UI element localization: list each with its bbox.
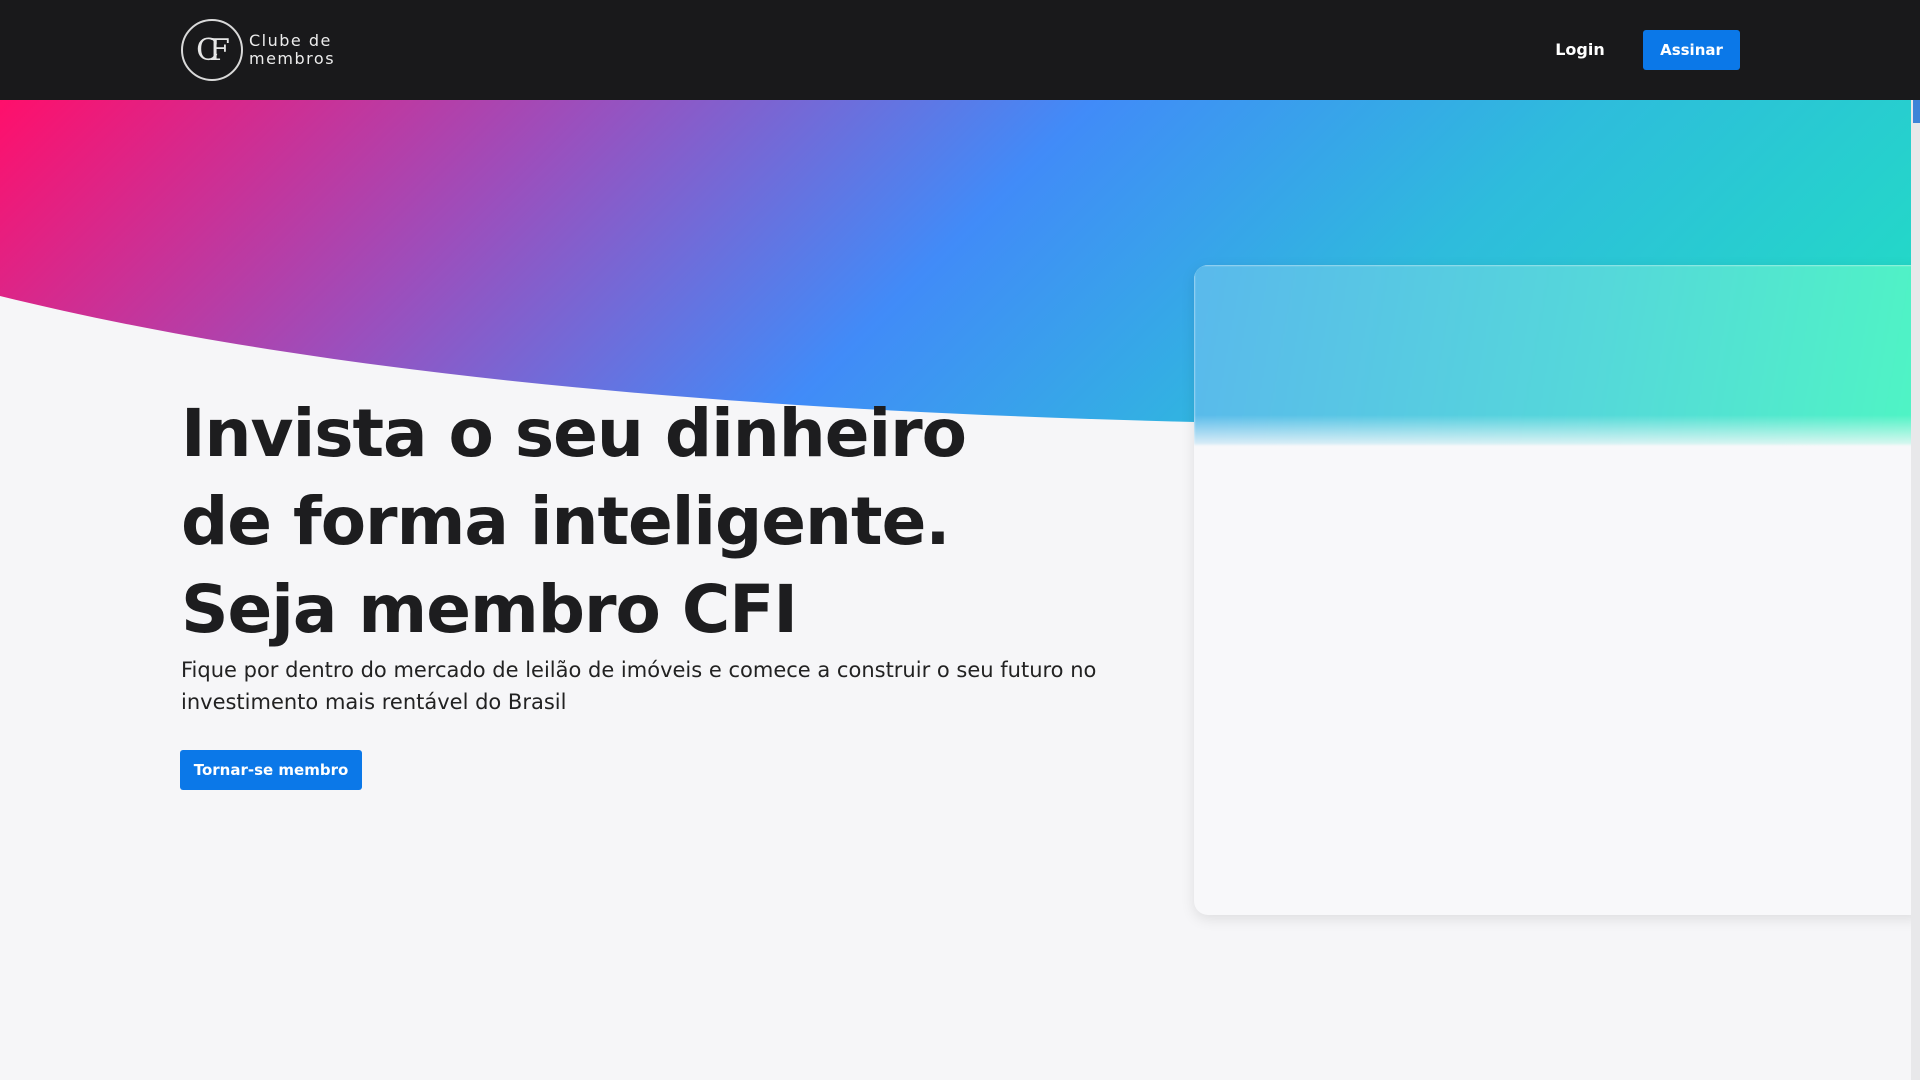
hero-card <box>1194 265 1920 915</box>
hero-headline: Invista o seu dinheiro de forma intelige… <box>181 395 967 648</box>
logo-text-line1: Clube de <box>249 31 332 50</box>
scrollbar-track[interactable] <box>1911 0 1920 1080</box>
page: CF Clube de membros Login Assinar Invist… <box>0 0 1920 1080</box>
login-link[interactable]: Login <box>1545 35 1615 65</box>
logo-text-line2: membros <box>249 49 336 68</box>
card-gradient-fade <box>1194 415 1920 455</box>
subscribe-button[interactable]: Assinar <box>1643 30 1740 70</box>
cf-monogram-icon: CF <box>181 19 243 81</box>
logo-text: Clube de membros <box>249 32 335 68</box>
hero-subtext: Fique por dentro do mercado de leilão de… <box>181 658 1097 714</box>
top-navbar: CF Clube de membros Login Assinar <box>0 0 1920 100</box>
become-member-button[interactable]: Tornar-se membro <box>180 750 362 790</box>
logo[interactable]: CF Clube de membros <box>181 19 335 81</box>
